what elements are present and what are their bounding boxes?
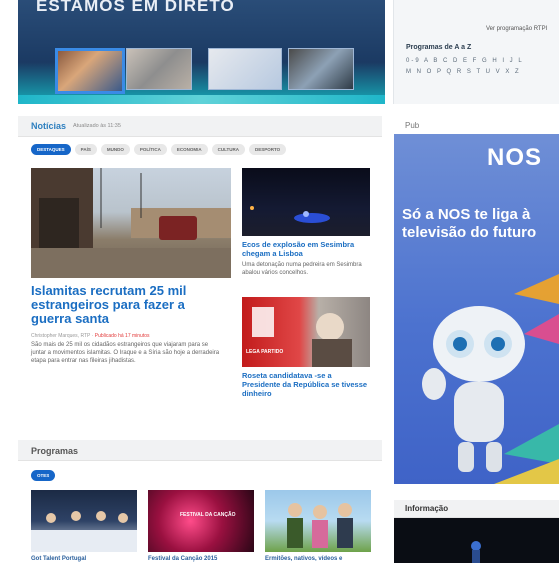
- banner-title: ESTAMOS EM DIRETO: [36, 0, 235, 15]
- side-story-1-image[interactable]: [242, 168, 370, 236]
- program-thumb-2-caption: FESTIVAL DA CANÇÃO: [180, 512, 236, 518]
- program-thumb-2[interactable]: FESTIVAL DA CANÇÃO: [148, 490, 254, 552]
- programs-az-title: Programas de A a Z: [406, 44, 472, 51]
- program-2-title[interactable]: Festival da Canção 2015: [148, 556, 217, 562]
- program-schedule-link[interactable]: Ver programação RTPI: [486, 26, 547, 32]
- program-thumb-1[interactable]: [31, 490, 137, 552]
- main-story-published: Publicado há 17 minutos: [94, 333, 150, 339]
- tab-economia[interactable]: ECONOMIA: [170, 144, 208, 155]
- news-tabs: DESTAQUES PAÍS MUNDO POLÍTICA ECONOMIA C…: [31, 144, 287, 155]
- programs-filter-pill[interactable]: OTES: [31, 470, 56, 481]
- side-story-2-tv-tag: LEGA PARTIDO: [246, 349, 284, 355]
- banner-thumb-4[interactable]: [288, 48, 354, 90]
- main-story-summary: São mais de 25 mil os cidadãos estrangei…: [31, 342, 220, 364]
- main-story-image[interactable]: [31, 168, 231, 278]
- tab-mundo[interactable]: MUNDO: [100, 144, 130, 155]
- robot-mascot-image: [422, 274, 559, 484]
- tab-destaques[interactable]: DESTAQUES: [31, 144, 71, 155]
- tab-desporto[interactable]: DESPORTO: [249, 144, 287, 155]
- banner-thumb-1[interactable]: [55, 48, 125, 94]
- nos-advertisement[interactable]: NOS Só a NOS te liga à televisão do futu…: [394, 134, 559, 484]
- side-story-2-photo: [252, 307, 352, 367]
- side-story-2-image[interactable]: LEGA PARTIDO: [242, 297, 370, 367]
- nos-logo: NOS: [487, 144, 543, 171]
- side-story-1-headline[interactable]: Ecos de explosão em Sesimbra chegam a Li…: [242, 240, 372, 258]
- programs-az-panel: Ver programação RTPI Programas de A a Z …: [393, 0, 559, 104]
- side-story-1-summary: Uma detonação numa pedreira em Sesimbra …: [242, 262, 362, 276]
- main-story-byline: Christopher Marques, RTP: [31, 333, 91, 339]
- az-row-1[interactable]: 0-9 A B C D E F G H I J L: [406, 58, 524, 64]
- program-thumb-3-photo: [287, 503, 353, 548]
- program-1-title[interactable]: Got Talent Portugal: [31, 556, 86, 562]
- nos-slogan: Só a NOS te liga à televisão do futuro: [402, 206, 537, 241]
- pub-label: Pub: [405, 121, 420, 130]
- info-title[interactable]: Informação: [405, 504, 448, 513]
- tab-politica[interactable]: POLÍTICA: [133, 144, 167, 155]
- program-thumb-3[interactable]: [265, 490, 371, 552]
- banner-thumb-2[interactable]: [126, 48, 192, 90]
- main-story-meta: Christopher Marques, RTP · Publicado há …: [31, 333, 150, 339]
- program-3-title[interactable]: Ermitões, nativos, vídeos e: [265, 556, 342, 562]
- news-title[interactable]: Notícias: [31, 121, 66, 131]
- side-story-1-photo: [250, 206, 330, 223]
- info-video-frame: [471, 541, 481, 563]
- side-story-2-headline[interactable]: Roseta candidatava -se a Presidente da R…: [242, 371, 372, 398]
- info-video[interactable]: [394, 518, 559, 563]
- program-thumb-1-photo: [31, 511, 137, 552]
- tab-cultura[interactable]: CULTURA: [211, 144, 246, 155]
- az-row-2[interactable]: M N O P Q R S T U V X Z: [406, 69, 521, 75]
- tab-pais[interactable]: PAÍS: [74, 144, 97, 155]
- main-story-headline[interactable]: Islamitas recrutam 25 mil estrangeiros p…: [31, 284, 221, 326]
- banner-thumb-3[interactable]: [208, 48, 282, 90]
- main-story-photo: [31, 168, 231, 278]
- banner-strip: [18, 95, 385, 104]
- news-updated: Atualizado às 11:35: [73, 123, 121, 129]
- live-banner[interactable]: ESTAMOS EM DIRETO: [18, 0, 385, 104]
- programs-title[interactable]: Programas: [31, 446, 78, 456]
